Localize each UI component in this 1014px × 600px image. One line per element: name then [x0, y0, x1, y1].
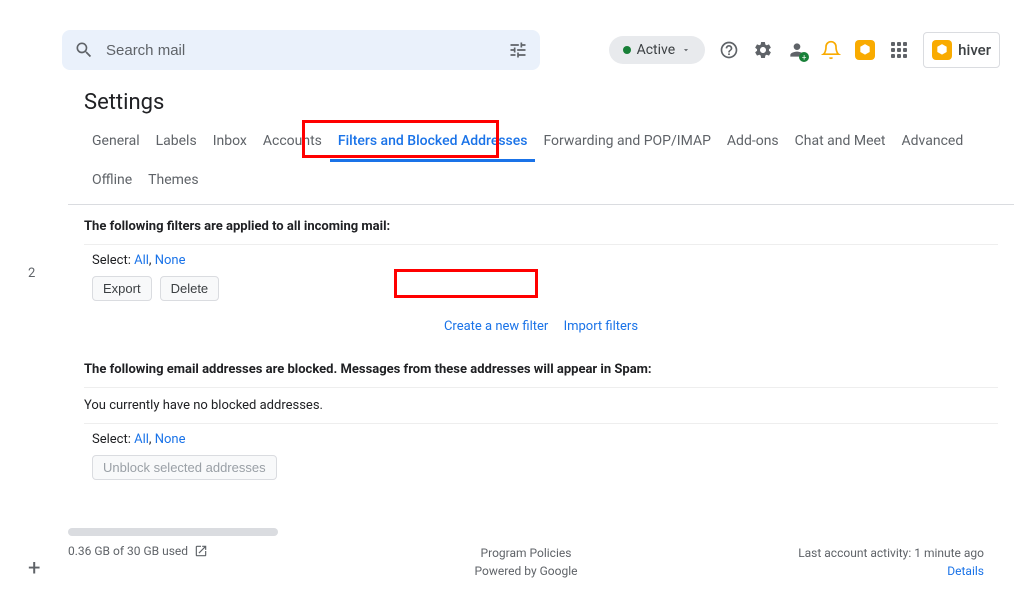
person-add-icon[interactable]: + [787, 40, 807, 60]
details-link[interactable]: Details [798, 562, 984, 580]
settings-tabs: General Labels Inbox Accounts Filters an… [84, 123, 998, 198]
sidebar-count: 2 [28, 266, 35, 281]
filters-heading: The following filters are applied to all… [84, 205, 998, 244]
tab-inbox[interactable]: Inbox [205, 123, 255, 162]
filters-select-row: Select: All, None [84, 245, 998, 272]
blocked-select-row: Select: All, None [84, 424, 998, 451]
create-filter-link[interactable]: Create a new filter [444, 319, 548, 334]
tab-labels[interactable]: Labels [148, 123, 205, 162]
delete-button[interactable]: Delete [160, 276, 220, 301]
hiver-label: hiver [958, 41, 991, 59]
tab-themes[interactable]: Themes [140, 162, 206, 198]
blocked-select-all-link[interactable]: All [134, 432, 149, 447]
hiver-logo-icon [932, 40, 952, 60]
hiver-button[interactable]: hiver [923, 32, 1000, 68]
page-title: Settings [84, 90, 1014, 115]
search-icon [74, 40, 94, 60]
bell-icon[interactable] [821, 40, 841, 60]
search-bar[interactable] [62, 30, 540, 70]
blocked-empty-text: You currently have no blocked addresses. [84, 388, 998, 423]
tab-filters-blocked[interactable]: Filters and Blocked Addresses [330, 123, 536, 162]
storage-info: 0.36 GB of 30 GB used [68, 544, 208, 558]
select-none-link[interactable]: None [155, 253, 186, 268]
apps-icon[interactable] [889, 40, 909, 60]
tab-general[interactable]: General [84, 123, 148, 162]
tab-offline[interactable]: Offline [84, 162, 140, 198]
compose-plus-icon[interactable]: + [28, 558, 40, 580]
tab-forwarding[interactable]: Forwarding and POP/IMAP [535, 123, 718, 162]
unblock-button[interactable]: Unblock selected addresses [92, 455, 277, 480]
search-input[interactable] [106, 42, 508, 59]
status-label: Active [637, 42, 676, 58]
program-policies-link[interactable]: Program Policies [475, 544, 578, 562]
blocked-heading: The following email addresses are blocke… [84, 348, 998, 387]
scrollbar-horizontal[interactable] [68, 528, 278, 536]
external-link-icon[interactable] [194, 544, 208, 558]
tune-icon[interactable] [508, 40, 528, 60]
gear-icon[interactable] [753, 40, 773, 60]
tab-advanced[interactable]: Advanced [894, 123, 972, 162]
hiver-badge-icon[interactable] [855, 40, 875, 60]
blocked-select-none-link[interactable]: None [155, 432, 186, 447]
activity-text: Last account activity: 1 minute ago [798, 544, 984, 562]
status-chip[interactable]: Active [609, 36, 706, 64]
tab-chat-meet[interactable]: Chat and Meet [787, 123, 894, 162]
export-button[interactable]: Export [92, 276, 152, 301]
import-filters-link[interactable]: Import filters [564, 319, 638, 334]
select-all-link[interactable]: All [134, 253, 149, 268]
help-icon[interactable] [719, 40, 739, 60]
chevron-down-icon [681, 45, 691, 55]
tab-addons[interactable]: Add-ons [719, 123, 787, 162]
powered-by-text: Powered by Google [475, 562, 578, 580]
tab-accounts[interactable]: Accounts [255, 123, 330, 162]
active-dot-icon [623, 46, 631, 54]
